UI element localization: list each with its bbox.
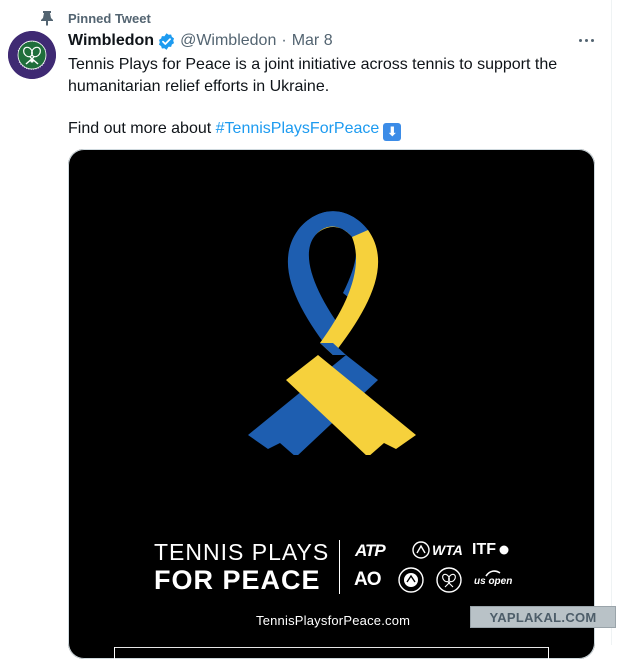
wimbledon-logo-icon (8, 31, 56, 79)
pinned-label: Pinned Tweet (68, 10, 151, 26)
pin-icon (41, 11, 53, 26)
frame-line (114, 647, 548, 648)
timeline-border (611, 0, 612, 645)
frame-line-left (114, 647, 115, 659)
handle[interactable]: @Wimbledon (180, 32, 276, 50)
wta-figure-icon (412, 541, 430, 559)
wta-logo-text: WTA (432, 542, 463, 558)
tweet-text: Tennis Plays for Peace is a joint initia… (68, 54, 588, 141)
tweet-media-image[interactable]: TENNIS PLAYS FOR PEACE ATP WTA ITF AO us… (68, 149, 595, 659)
tweet-cta: Find out more about #TennisPlaysForPeace… (68, 118, 588, 141)
separator: · (281, 32, 287, 49)
watermark: YAPLAKAL.COM (470, 606, 616, 628)
more-options-button[interactable] (574, 30, 598, 50)
itf-logo-text: ITF (472, 541, 496, 558)
cta-prefix: Find out more about (68, 120, 212, 137)
ao-logo: AO (354, 569, 381, 590)
wimbledon-logo (436, 567, 462, 593)
us-open-logo: us open (474, 569, 512, 587)
more-dot-icon (584, 38, 588, 42)
tennis-ball-icon (499, 545, 509, 555)
campaign-title-line1: TENNIS PLAYS (154, 539, 330, 565)
campaign-title-line2: FOR PEACE (154, 565, 321, 595)
more-dot-icon (578, 38, 582, 42)
verified-badge-icon (159, 32, 175, 50)
itf-logo: ITF (472, 541, 509, 559)
roland-garros-icon (398, 567, 424, 593)
roland-garros-logo (398, 567, 424, 593)
tweet-header: Wimbledon @Wimbledon · Mar 8 (68, 31, 333, 51)
hashtag-link[interactable]: #TennisPlaysForPeace (216, 120, 380, 137)
wta-logo: WTA (412, 541, 463, 559)
wimbledon-rackets-icon (436, 567, 462, 593)
display-name[interactable]: Wimbledon (68, 32, 154, 50)
ukraine-ribbon-icon (248, 211, 416, 455)
frame-line-right (548, 647, 549, 659)
campaign-url: TennisPlaysforPeace.com (256, 613, 411, 628)
avatar[interactable] (8, 31, 56, 79)
pinned-indicator: Pinned Tweet (40, 8, 151, 28)
more-dot-icon (590, 38, 594, 42)
us-open-logo-text: us open (474, 576, 513, 587)
down-arrow-emoji-icon: ⬇ (383, 123, 402, 141)
tweet-body: Tennis Plays for Peace is a joint initia… (68, 56, 558, 95)
tweet-date[interactable]: Mar 8 (292, 32, 333, 50)
atp-logo: ATP (355, 541, 386, 560)
divider (339, 540, 340, 594)
